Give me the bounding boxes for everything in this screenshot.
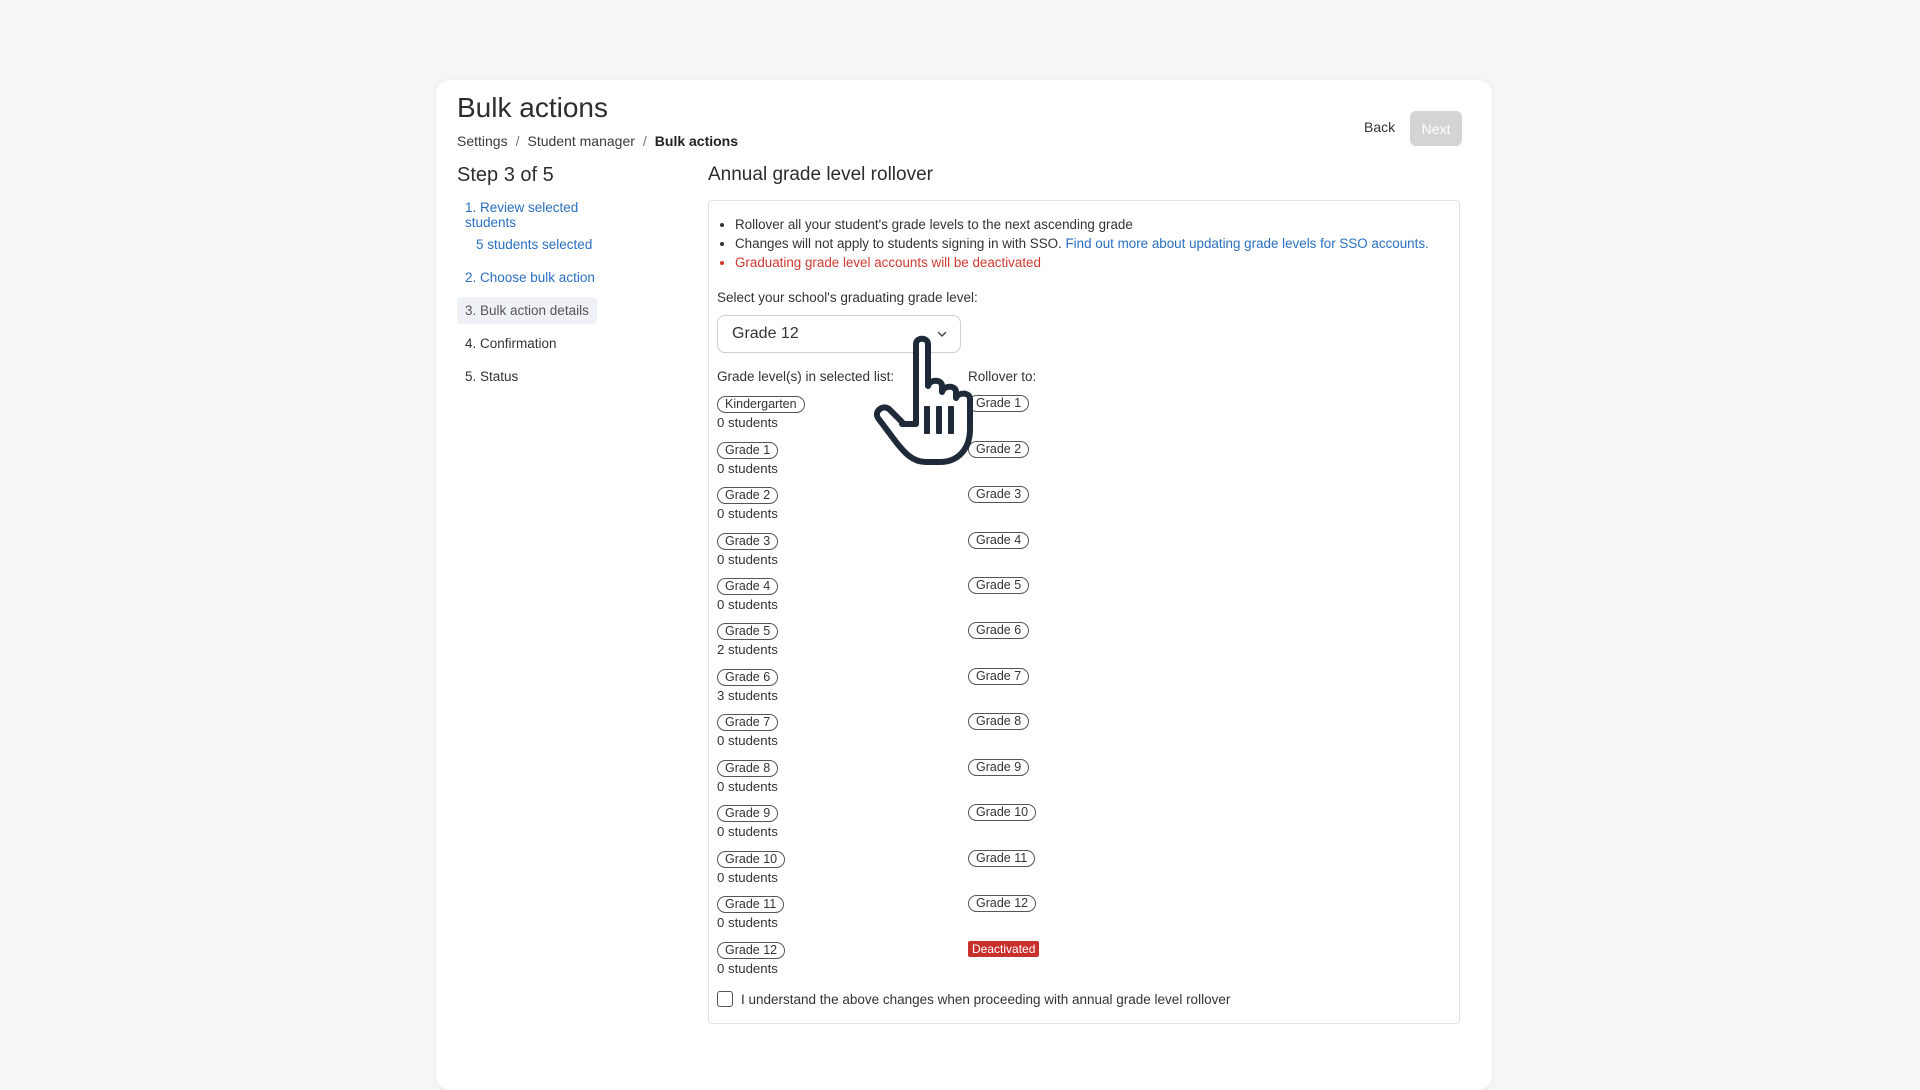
grade-row: Grade 1 0 students Grade 2	[717, 441, 1117, 485]
student-count: 0 students	[717, 961, 778, 976]
student-count: 0 students	[717, 506, 778, 521]
current-grade-chip: Grade 9	[717, 805, 779, 822]
current-grade-chip: Grade 6	[717, 669, 779, 686]
grade-row: Grade 8 0 students Grade 9	[717, 759, 1117, 803]
current-grade-chip: Grade 12	[717, 942, 786, 959]
step-label: 1. Review selected students	[465, 200, 579, 230]
graduating-grade-select[interactable]: Grade 12	[717, 315, 961, 353]
current-grade-chip: Kindergarten	[717, 396, 805, 413]
target-grade-chip: Grade 5	[968, 577, 1030, 594]
breadcrumb: Settings / Student manager / Bulk action…	[457, 133, 738, 149]
grade-row: Grade 4 0 students Grade 5	[717, 577, 1117, 621]
target-grade-chip: Grade 1	[968, 395, 1030, 412]
grade-row: Grade 5 2 students Grade 6	[717, 622, 1117, 666]
target-grade-chip: Grade 7	[968, 668, 1030, 685]
step-confirmation: 4. Confirmation	[465, 336, 557, 351]
student-count: 3 students	[717, 688, 778, 703]
sso-info-link[interactable]: Find out more about updating grade level…	[1066, 236, 1429, 251]
target-grade-chip: Grade 9	[968, 759, 1030, 776]
graduating-grade-label: Select your school's graduating grade le…	[717, 290, 978, 305]
student-count: 0 students	[717, 870, 778, 885]
breadcrumb-settings[interactable]: Settings	[457, 133, 508, 149]
info-bullet-text: Changes will not apply to students signi…	[735, 236, 1062, 251]
current-grade-chip: Grade 4	[717, 578, 779, 595]
current-grade-chip: Grade 1	[717, 442, 779, 459]
grade-row: Grade 2 0 students Grade 3	[717, 486, 1117, 530]
info-bullet: Changes will not apply to students signi…	[735, 234, 1429, 253]
grade-row: Grade 11 0 students Grade 12	[717, 895, 1117, 939]
step-choose-bulk-action[interactable]: 2. Choose bulk action	[457, 264, 617, 291]
back-button[interactable]: Back	[1354, 109, 1405, 145]
student-count: 0 students	[717, 552, 778, 567]
target-grade-chip: Grade 11	[968, 850, 1036, 867]
current-grade-chip: Grade 7	[717, 714, 779, 731]
step-status: 5. Status	[465, 369, 519, 384]
current-grade-chip: Grade 2	[717, 487, 779, 504]
grade-row: Grade 10 0 students Grade 11	[717, 850, 1117, 894]
deactivated-badge: Deactivated	[968, 941, 1040, 957]
student-count: 0 students	[717, 733, 778, 748]
grade-row: Grade 7 0 students Grade 8	[717, 713, 1117, 757]
section-title: Annual grade level rollover	[708, 164, 933, 185]
current-grade-chip: Grade 5	[717, 623, 779, 640]
steps-nav: 1. Review selected students 5 students s…	[457, 194, 617, 396]
grade-row: Grade 6 3 students Grade 7	[717, 668, 1117, 712]
info-bullets: Rollover all your student's grade levels…	[717, 215, 1429, 272]
student-count: 0 students	[717, 415, 778, 430]
breadcrumb-separator: /	[642, 133, 647, 149]
warning-bullet: Graduating grade level accounts will be …	[735, 253, 1429, 272]
student-count: 0 students	[717, 779, 778, 794]
page-title: Bulk actions	[457, 92, 608, 123]
graduating-grade-value: Grade 12	[732, 325, 799, 342]
grade-row: Grade 3 0 students Grade 4	[717, 532, 1117, 576]
student-count: 2 students	[717, 642, 778, 657]
target-grade-chip: Grade 6	[968, 622, 1030, 639]
info-bullet: Rollover all your student's grade levels…	[735, 215, 1429, 234]
acknowledge-row: I understand the above changes when proc…	[717, 991, 1230, 1007]
grade-row: Kindergarten 0 students Grade 1	[717, 395, 1117, 439]
chevron-down-icon	[937, 331, 947, 337]
target-grade-chip: Grade 12	[968, 895, 1037, 912]
step-review-selected-students[interactable]: 1. Review selected students 5 students s…	[457, 194, 617, 258]
acknowledge-label[interactable]: I understand the above changes when proc…	[741, 992, 1230, 1007]
target-grade-chip: Grade 10	[968, 804, 1037, 821]
current-grade-chip: Grade 3	[717, 533, 779, 550]
target-grade-chip: Grade 3	[968, 486, 1030, 503]
current-grade-chip: Grade 10	[717, 851, 786, 868]
current-grade-chip: Grade 11	[717, 896, 785, 913]
grade-row: Grade 9 0 students Grade 10	[717, 804, 1117, 848]
student-count: 0 students	[717, 597, 778, 612]
student-count: 0 students	[717, 461, 778, 476]
step-bulk-action-details[interactable]: 3. Bulk action details	[457, 297, 597, 324]
grade-row: Grade 12 0 students Deactivated	[717, 941, 1117, 985]
rollover-column-header: Rollover to:	[968, 369, 1037, 384]
breadcrumb-bulk-actions: Bulk actions	[654, 133, 739, 149]
current-grade-column-header: Grade level(s) in selected list:	[717, 369, 895, 384]
next-button[interactable]: Next	[1410, 111, 1462, 146]
breadcrumb-separator: /	[515, 133, 520, 149]
students-selected-count: 5 students selected	[476, 237, 593, 252]
acknowledge-checkbox[interactable]	[717, 991, 733, 1007]
target-grade-chip: Grade 8	[968, 713, 1030, 730]
student-count: 0 students	[717, 915, 778, 930]
bulk-actions-card: Bulk actions Settings / Student manager …	[436, 80, 1492, 1090]
target-grade-chip: Grade 2	[968, 441, 1030, 458]
target-grade-chip: Grade 4	[968, 532, 1030, 549]
breadcrumb-student-manager[interactable]: Student manager	[527, 133, 634, 149]
step-title: Step 3 of 5	[457, 164, 554, 186]
student-count: 0 students	[717, 824, 778, 839]
rollover-panel: Rollover all your student's grade levels…	[708, 200, 1460, 1024]
current-grade-chip: Grade 8	[717, 760, 779, 777]
